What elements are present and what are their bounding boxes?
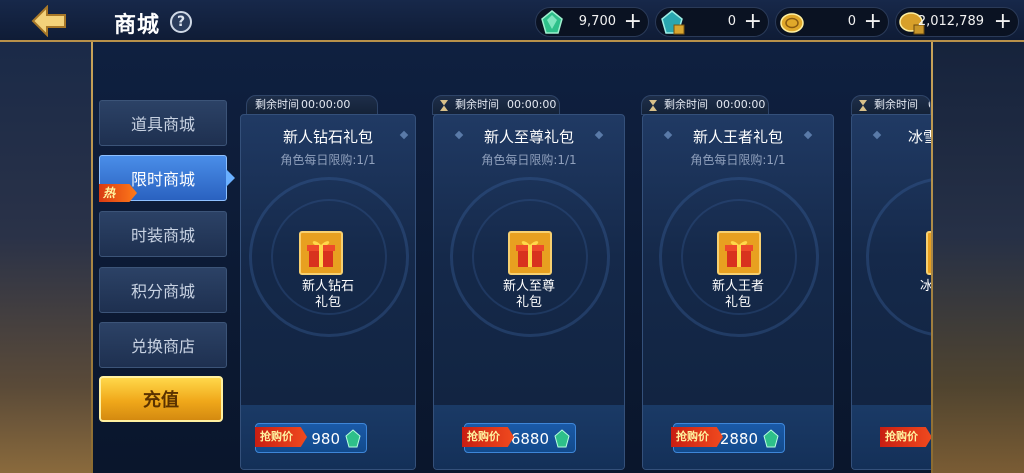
price-value: 6880 bbox=[510, 430, 549, 448]
right-background bbox=[932, 42, 1024, 473]
package-card[interactable]: 新人至尊礼包 角色每日限购:1/1 新人至尊 礼包 6880 抢购价 bbox=[433, 114, 625, 470]
package-title: 新人钻石礼包 bbox=[282, 128, 373, 146]
gift-box-icon bbox=[717, 231, 761, 275]
tab-fashion-shop[interactable]: 时装商城 bbox=[99, 211, 227, 257]
green-gem-icon bbox=[554, 429, 570, 448]
green-gem-icon bbox=[541, 10, 563, 34]
tab-points-shop[interactable]: 积分商城 bbox=[99, 267, 227, 313]
active-tab-arrow bbox=[226, 169, 235, 187]
add-currency-button[interactable]: + bbox=[624, 10, 642, 34]
currency-gold-coin: 0 + bbox=[775, 7, 889, 37]
purchase-limit: 角色每日限购:1/1 bbox=[690, 153, 786, 167]
hourglass-icon bbox=[440, 100, 448, 111]
currency-green-gem: 9,700 + bbox=[535, 7, 649, 37]
hourglass-icon bbox=[649, 100, 657, 111]
package-card[interactable]: 新人王者礼包 角色每日限购:1/1 新人王者 礼包 2880 抢购价 bbox=[642, 114, 834, 470]
timer-value: 00:00:00 bbox=[301, 98, 351, 111]
price-value: 980 bbox=[311, 430, 340, 448]
add-currency-button[interactable]: + bbox=[744, 10, 762, 34]
back-button[interactable] bbox=[28, 4, 70, 38]
purchase-limit: 角色每日限购:1/1 bbox=[481, 153, 577, 167]
add-currency-button[interactable]: + bbox=[994, 10, 1012, 34]
timer-value: 00:00:00 bbox=[507, 98, 557, 111]
countdown-timer: 剩余时间 00:00:00 bbox=[641, 95, 769, 115]
countdown-timer: 剩余时间 00:00:00 bbox=[246, 95, 378, 115]
frame-border-right bbox=[931, 42, 933, 473]
green-gem-icon bbox=[763, 429, 779, 448]
sale-price-tag: 抢购价 bbox=[255, 427, 307, 447]
currency-value: 0 bbox=[847, 14, 856, 29]
gift-name: 新人钻石 礼包 bbox=[301, 279, 354, 310]
hot-badge: 热 bbox=[99, 184, 137, 202]
magic-circle-decoration bbox=[866, 177, 931, 337]
gift-name: 新人至尊 礼包 bbox=[502, 279, 555, 310]
countdown-timer: 剩余时间 00:00:00 bbox=[432, 95, 560, 115]
left-background bbox=[0, 42, 92, 473]
tab-label: 限时商城 bbox=[130, 170, 195, 189]
gift-name: 新人王者 礼包 bbox=[711, 279, 764, 310]
recharge-button[interactable]: 充值 bbox=[99, 376, 223, 422]
green-gem-icon bbox=[345, 429, 361, 448]
top-bar: 商城 ? 9,700 + 0 + 0 + 2,012,789 + bbox=[0, 0, 1024, 42]
timer-value: 00:00:00 bbox=[716, 98, 766, 111]
currency-value: 0 bbox=[727, 14, 736, 29]
hourglass-icon bbox=[859, 100, 867, 111]
sale-price-tag: 抢购价 bbox=[880, 427, 931, 447]
gift-box-icon bbox=[926, 231, 931, 275]
tab-exchange-shop[interactable]: 兑换商店 bbox=[99, 322, 227, 368]
sale-price-tag: 抢购价 bbox=[671, 427, 723, 447]
gift-box-icon bbox=[299, 231, 343, 275]
back-arrow-icon bbox=[31, 5, 66, 37]
gift-name: 冰 bbox=[852, 279, 931, 295]
frame-border-left bbox=[91, 42, 93, 473]
currency-value: 9,700 bbox=[578, 14, 616, 29]
gift-box-icon bbox=[508, 231, 552, 275]
tab-label: 积分商城 bbox=[130, 282, 195, 301]
tab-label: 时装商城 bbox=[130, 226, 195, 245]
price-value: 2880 bbox=[719, 430, 758, 448]
package-card[interactable]: 冰雪 冰 抢购价 bbox=[851, 114, 931, 470]
timer-label: 剩余时间 bbox=[664, 98, 708, 111]
purchase-limit: 角色每日限购:1/1 bbox=[280, 153, 376, 167]
gold-coin-icon bbox=[780, 13, 804, 33]
tab-label: 道具商城 bbox=[130, 115, 195, 134]
timer-label: 剩余时间 bbox=[255, 98, 299, 111]
tab-label: 兑换商店 bbox=[130, 337, 195, 356]
timer-label: 剩余时间 bbox=[455, 98, 499, 111]
timer-label: 剩余时间 bbox=[874, 98, 918, 111]
countdown-timer: 剩余时间 0 bbox=[851, 95, 931, 115]
tab-item-shop[interactable]: 道具商城 bbox=[99, 100, 227, 146]
page-title: 商城 bbox=[114, 13, 161, 38]
currency-locked-gold: 2,012,789 + bbox=[895, 7, 1019, 37]
package-title: 冰雪 bbox=[908, 128, 931, 146]
package-card[interactable]: 新人钻石礼包 角色每日限购:1/1 新人钻石 礼包 980 抢购价 bbox=[240, 114, 416, 470]
help-button[interactable]: ? bbox=[170, 11, 192, 33]
currency-locked-gem: 0 + bbox=[655, 7, 769, 37]
add-currency-button[interactable]: + bbox=[864, 10, 882, 34]
sale-price-tag: 抢购价 bbox=[462, 427, 514, 447]
currency-value: 2,012,789 bbox=[917, 14, 984, 29]
locked-gem-icon bbox=[661, 10, 685, 35]
